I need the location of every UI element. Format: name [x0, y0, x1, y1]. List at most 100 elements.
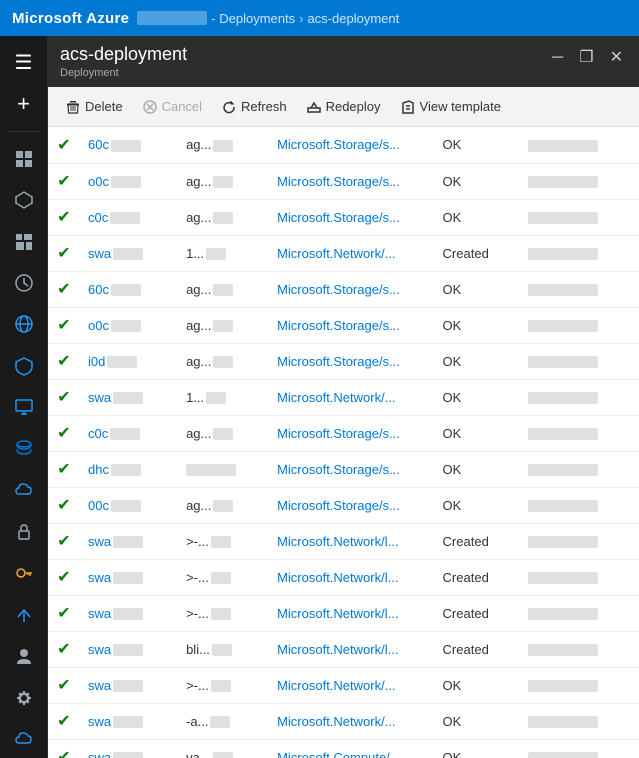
close-button[interactable]: ✕	[606, 48, 627, 68]
sidebar-shield-icon[interactable]	[4, 347, 44, 384]
table-row[interactable]: ✔swa1...Microsoft.Network/...OK	[48, 379, 639, 415]
sidebar-lock-icon[interactable]	[4, 513, 44, 550]
type-cell[interactable]: Microsoft.Network/...	[269, 235, 434, 271]
type-cell[interactable]: Microsoft.Storage/s...	[269, 163, 434, 199]
minimize-button[interactable]: ─	[548, 48, 567, 68]
type-cell[interactable]: Microsoft.Network/...	[269, 379, 434, 415]
table-row[interactable]: ✔swa1...Microsoft.Network/...Created	[48, 235, 639, 271]
type-cell[interactable]: Microsoft.Network/l...	[269, 595, 434, 631]
sidebar-cloud2-icon[interactable]	[4, 720, 44, 757]
result-cell: Created	[435, 595, 521, 631]
status-cell: ✔	[48, 631, 80, 667]
name-cell[interactable]: i0d	[80, 343, 178, 379]
sidebar-add-button[interactable]: +	[4, 85, 44, 122]
result-cell: OK	[435, 703, 521, 739]
time-cell	[520, 667, 639, 703]
table-row[interactable]: ✔dhcMicrosoft.Storage/s...OK	[48, 451, 639, 487]
table-row[interactable]: ✔c0cag...Microsoft.Storage/s...OK	[48, 199, 639, 235]
restore-button[interactable]: ❐	[575, 48, 597, 68]
type-cell[interactable]: Microsoft.Network/l...	[269, 559, 434, 595]
sidebar-user-icon[interactable]	[4, 638, 44, 675]
name-cell[interactable]: swa	[80, 631, 178, 667]
sidebar-globe-icon[interactable]	[4, 306, 44, 343]
table-container[interactable]: ✔60cag...Microsoft.Storage/s...OK✔o0cag.…	[48, 127, 639, 758]
status-icon: ✔	[57, 209, 70, 226]
type-cell[interactable]: Microsoft.Storage/s...	[269, 127, 434, 163]
delete-button[interactable]: Delete	[56, 87, 133, 127]
name-cell[interactable]: swa	[80, 559, 178, 595]
table-row[interactable]: ✔60cag...Microsoft.Storage/s...OK	[48, 271, 639, 307]
type-cell[interactable]: Microsoft.Network/l...	[269, 523, 434, 559]
sidebar-resources-icon[interactable]	[4, 181, 44, 218]
table-row[interactable]: ✔swa>-...Microsoft.Network/...OK	[48, 667, 639, 703]
sidebar-database-icon[interactable]	[4, 430, 44, 467]
name-cell[interactable]: swa	[80, 379, 178, 415]
name-cell[interactable]: o0c	[80, 307, 178, 343]
table-row[interactable]: ✔swava...Microsoft.Compute/...OK	[48, 739, 639, 758]
result-cell: OK	[435, 667, 521, 703]
cancel-icon	[143, 100, 157, 114]
time-cell	[520, 451, 639, 487]
view-template-button[interactable]: View template	[391, 87, 511, 127]
sidebar-dashboard-icon[interactable]	[4, 140, 44, 177]
status-cell: ✔	[48, 127, 80, 163]
table-row[interactable]: ✔o0cag...Microsoft.Storage/s...OK	[48, 307, 639, 343]
name-cell[interactable]: swa	[80, 703, 178, 739]
table-row[interactable]: ✔swa>-...Microsoft.Network/l...Created	[48, 523, 639, 559]
sidebar-settings-icon[interactable]	[4, 679, 44, 716]
top-bar: Microsoft Azure - Deployments › acs-depl…	[0, 0, 639, 36]
table-row[interactable]: ✔swa>-...Microsoft.Network/l...Created	[48, 559, 639, 595]
breadcrumb-separator: ›	[299, 11, 303, 26]
name-cell[interactable]: swa	[80, 523, 178, 559]
name-cell[interactable]: swa	[80, 739, 178, 758]
name-cell[interactable]: 60c	[80, 127, 178, 163]
table-row[interactable]: ✔00cag...Microsoft.Storage/s...OK	[48, 487, 639, 523]
time-cell	[520, 595, 639, 631]
time-cell	[520, 199, 639, 235]
sidebar-cloud-icon[interactable]	[4, 472, 44, 509]
name-cell[interactable]: 60c	[80, 271, 178, 307]
result-cell: OK	[435, 487, 521, 523]
name-cell[interactable]: dhc	[80, 451, 178, 487]
redeploy-button[interactable]: Redeploy	[297, 87, 391, 127]
type-cell[interactable]: Microsoft.Storage/s...	[269, 199, 434, 235]
type-cell[interactable]: Microsoft.Storage/s...	[269, 451, 434, 487]
result-cell: OK	[435, 271, 521, 307]
table-row[interactable]: ✔swabli...Microsoft.Network/l...Created	[48, 631, 639, 667]
type-cell[interactable]: Microsoft.Storage/s...	[269, 415, 434, 451]
status-cell: ✔	[48, 163, 80, 199]
table-row[interactable]: ✔c0cag...Microsoft.Storage/s...OK	[48, 415, 639, 451]
name-cell[interactable]: c0c	[80, 199, 178, 235]
cancel-button[interactable]: Cancel	[133, 87, 212, 127]
sidebar-clock-icon[interactable]	[4, 264, 44, 301]
table-row[interactable]: ✔60cag...Microsoft.Storage/s...OK	[48, 127, 639, 163]
refresh-button[interactable]: Refresh	[212, 87, 297, 127]
type-cell[interactable]: Microsoft.Storage/s...	[269, 307, 434, 343]
table-row[interactable]: ✔o0cag...Microsoft.Storage/s...OK	[48, 163, 639, 199]
type-cell[interactable]: Microsoft.Storage/s...	[269, 487, 434, 523]
name-cell[interactable]: swa	[80, 235, 178, 271]
sidebar-menu-toggle[interactable]: ☰	[4, 44, 44, 81]
type-cell[interactable]: Microsoft.Storage/s...	[269, 343, 434, 379]
name-cell[interactable]: c0c	[80, 415, 178, 451]
sidebar-deploy-icon[interactable]	[4, 596, 44, 633]
view-template-label: View template	[420, 99, 501, 114]
type-cell[interactable]: Microsoft.Network/l...	[269, 631, 434, 667]
sidebar-key-icon[interactable]	[4, 555, 44, 592]
sidebar-monitor-icon[interactable]	[4, 389, 44, 426]
name-cell[interactable]: 00c	[80, 487, 178, 523]
name-cell[interactable]: swa	[80, 595, 178, 631]
type-cell[interactable]: Microsoft.Network/...	[269, 703, 434, 739]
time-cell	[520, 343, 639, 379]
name-cell[interactable]: swa	[80, 667, 178, 703]
type-cell[interactable]: Microsoft.Network/...	[269, 667, 434, 703]
type-cell[interactable]: Microsoft.Storage/s...	[269, 271, 434, 307]
name-cell[interactable]: o0c	[80, 163, 178, 199]
table-row[interactable]: ✔i0dag...Microsoft.Storage/s...OK	[48, 343, 639, 379]
sidebar-grid-icon[interactable]	[4, 223, 44, 260]
table-row[interactable]: ✔swa>-...Microsoft.Network/l...Created	[48, 595, 639, 631]
type-cell[interactable]: Microsoft.Compute/...	[269, 739, 434, 758]
result-cell: Created	[435, 559, 521, 595]
table-row[interactable]: ✔swa-a...Microsoft.Network/...OK	[48, 703, 639, 739]
time-cell	[520, 631, 639, 667]
